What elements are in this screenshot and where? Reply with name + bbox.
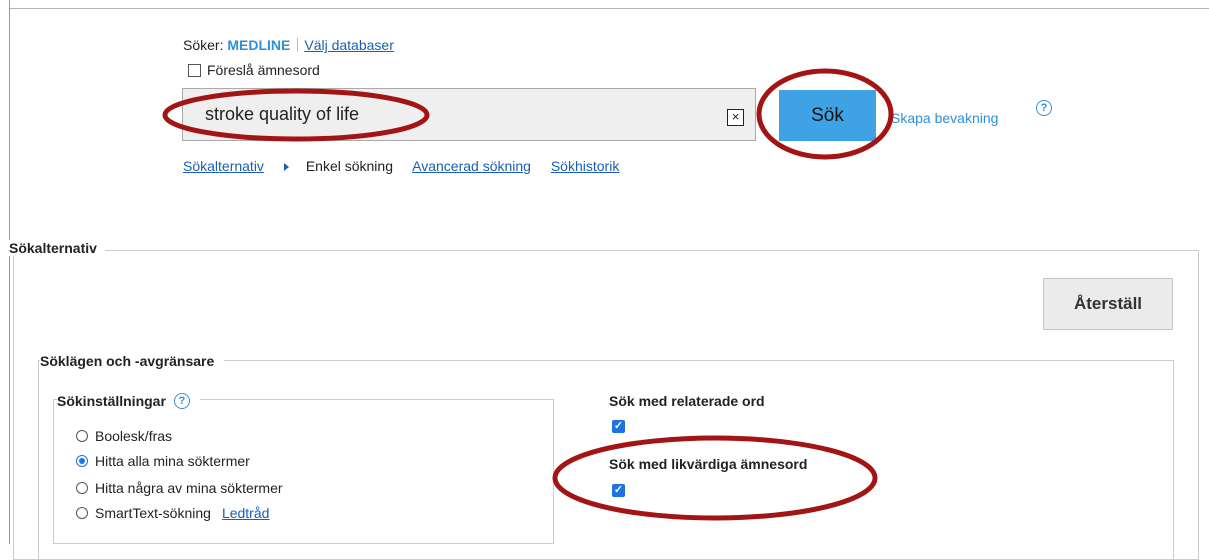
search-settings-title: Sökinställningar ?	[57, 393, 200, 409]
reset-button[interactable]: Återställ	[1043, 278, 1173, 330]
suggest-subject-terms-checkbox[interactable]	[188, 63, 201, 77]
search-nav: Sökalternativ Enkel sökning Avancerad sö…	[183, 158, 635, 174]
mode-label: Hitta alla mina söktermer	[95, 453, 250, 469]
database-name: MEDLINE	[227, 37, 291, 53]
mode-boolean[interactable]: Boolesk/fras	[76, 428, 172, 444]
search-modes-title: Söklägen och -avgränsare	[40, 353, 225, 369]
search-settings-panel	[53, 399, 554, 544]
help-icon[interactable]: ?	[173, 393, 190, 409]
search-button[interactable]: Sök	[779, 90, 876, 141]
top-border	[9, 8, 1209, 9]
database-prefix: Söker:	[183, 37, 224, 53]
radio-find-all[interactable]	[76, 455, 88, 467]
mode-smarttext[interactable]: SmartText-sökning Ledtråd	[76, 505, 269, 521]
equivalent-subjects-label: Sök med likvärdiga ämnesord	[609, 456, 808, 472]
radio-find-any[interactable]	[76, 482, 88, 494]
divider	[297, 38, 299, 52]
hint-link[interactable]: Ledtråd	[222, 505, 269, 521]
search-settings-label: Sökinställningar	[57, 393, 166, 409]
basic-search-label: Enkel sökning	[305, 158, 393, 174]
mode-label: SmartText-sökning	[95, 505, 211, 521]
search-history-link[interactable]: Sökhistorik	[551, 158, 619, 174]
radio-smarttext[interactable]	[76, 507, 88, 519]
database-line: Söker: MEDLINE Välj databaser	[183, 37, 394, 53]
create-alert-link[interactable]: Skapa bevakning	[891, 110, 998, 126]
mode-find-all[interactable]: Hitta alla mina söktermer	[76, 453, 250, 469]
mode-find-any[interactable]: Hitta några av mina söktermer	[76, 480, 283, 496]
help-icon[interactable]: ?	[1036, 100, 1052, 116]
related-words-label: Sök med relaterade ord	[609, 393, 765, 409]
suggest-subject-terms[interactable]: Föreslå ämnesord	[188, 62, 320, 78]
mode-label: Hitta några av mina söktermer	[95, 480, 283, 496]
radio-boolean[interactable]	[76, 430, 88, 442]
equivalent-subjects-checkbox[interactable]: ✓	[612, 484, 625, 497]
search-input-value[interactable]: stroke quality of life	[205, 104, 359, 125]
mode-label: Boolesk/fras	[95, 428, 173, 444]
search-options-title: Sökalternativ	[9, 240, 105, 256]
advanced-search-link[interactable]: Avancerad sökning	[412, 158, 531, 174]
suggest-subject-terms-label: Föreslå ämnesord	[207, 62, 320, 78]
caret-right-icon	[283, 163, 289, 171]
left-border	[9, 0, 10, 544]
related-words-checkbox[interactable]: ✓	[612, 420, 625, 433]
search-options-link[interactable]: Sökalternativ	[183, 158, 264, 174]
choose-databases-link[interactable]: Välj databaser	[304, 37, 394, 53]
clear-search-icon[interactable]: ×	[727, 109, 744, 126]
